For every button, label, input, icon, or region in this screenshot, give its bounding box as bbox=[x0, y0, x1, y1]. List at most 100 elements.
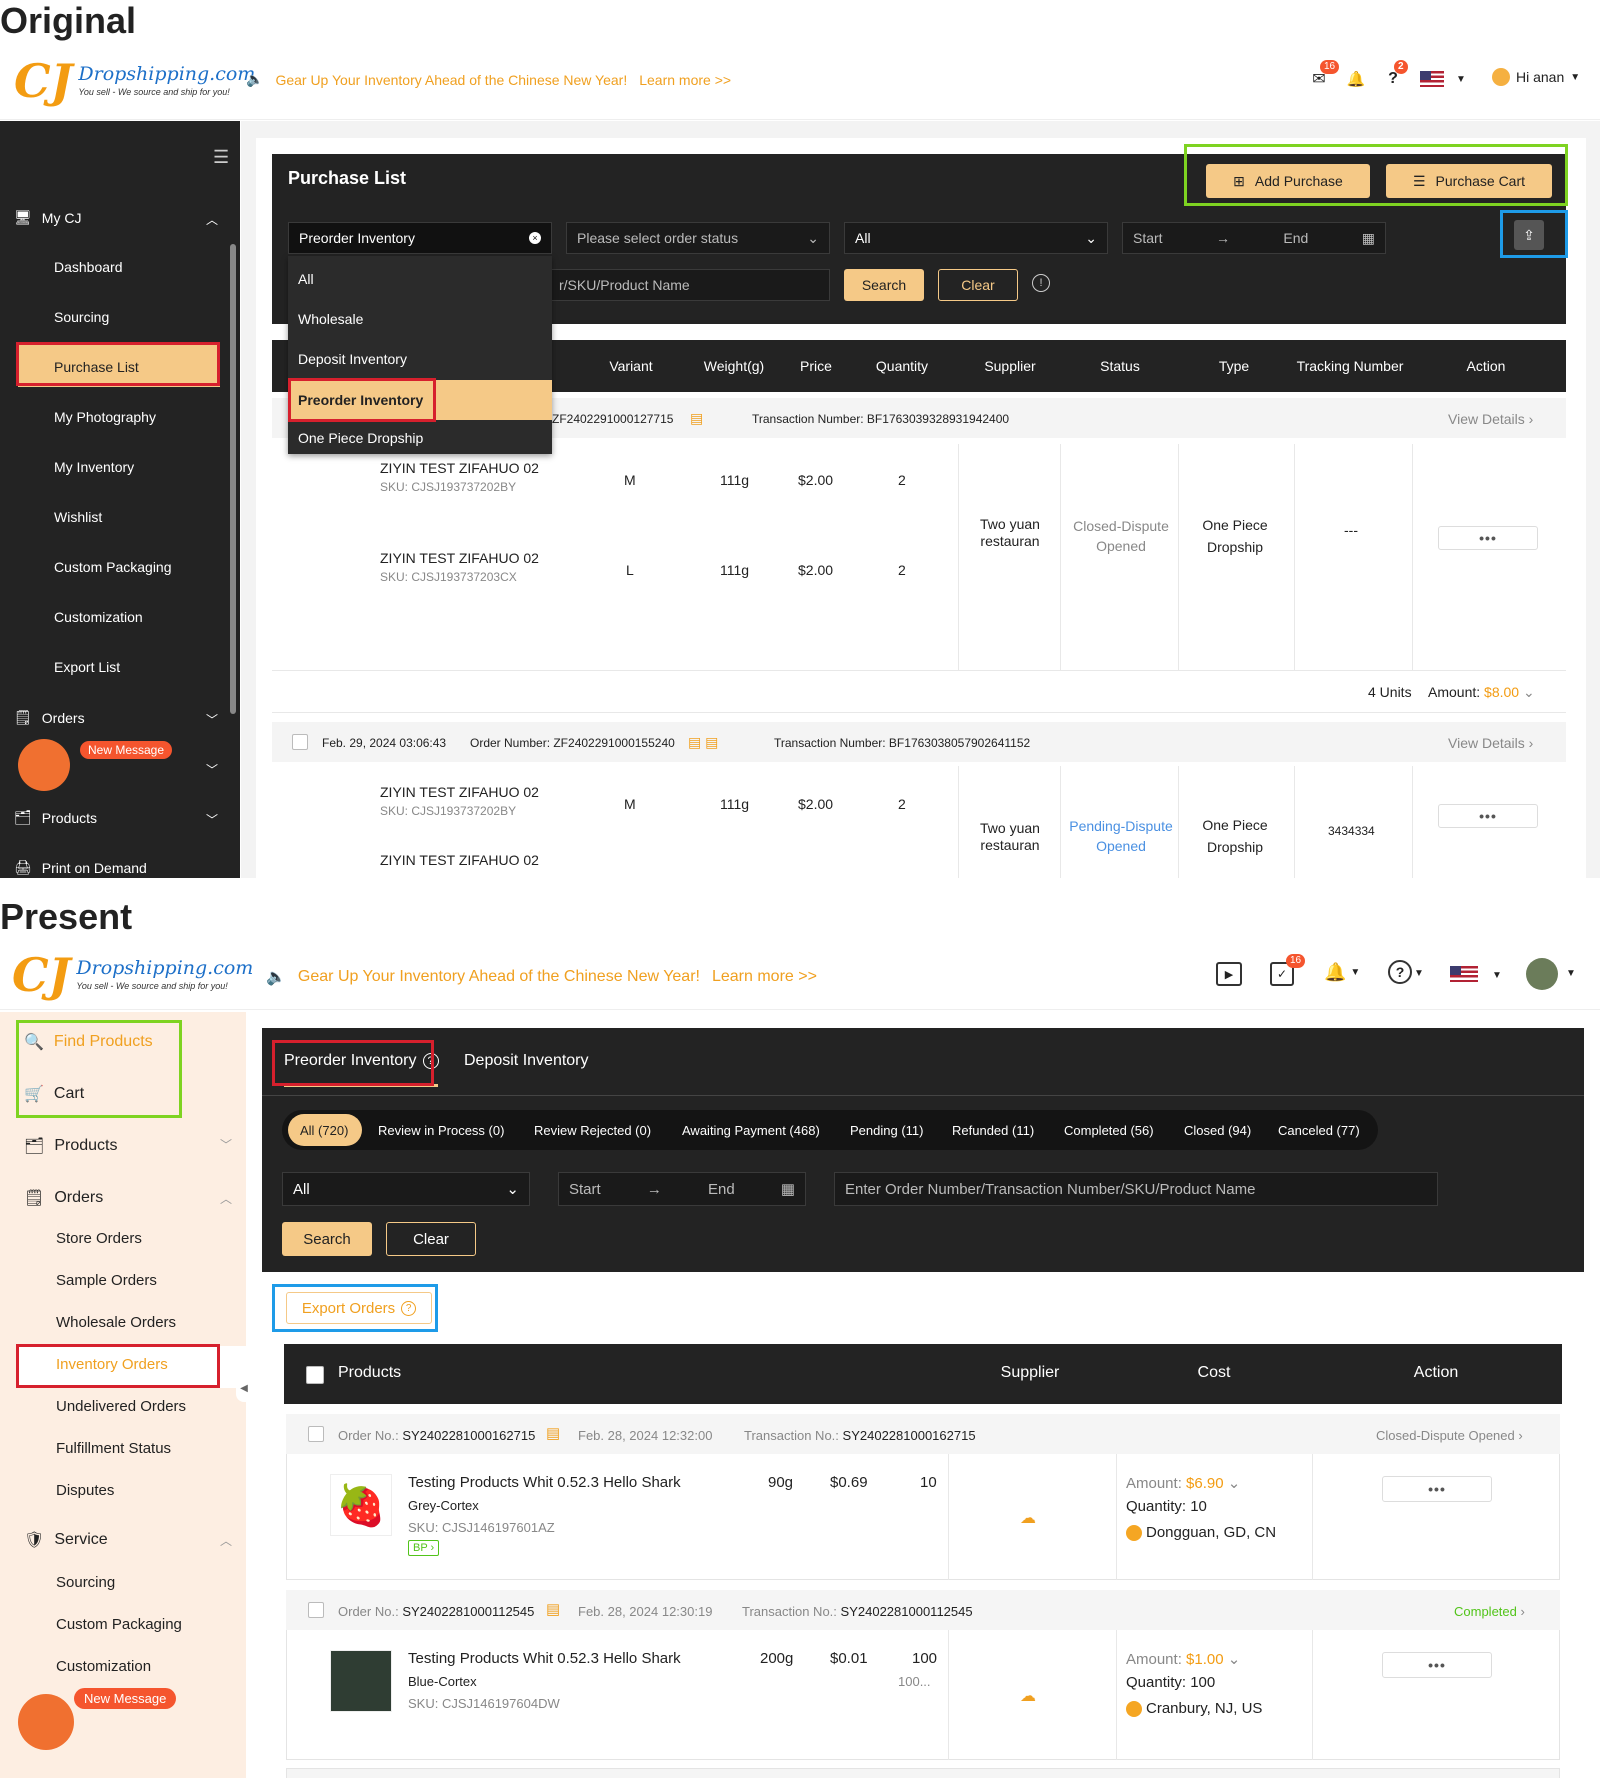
status-tab-refunded[interactable]: Refunded (11) bbox=[952, 1123, 1034, 1138]
order-date: Feb. 29, 2024 03:06:43 bbox=[322, 736, 447, 750]
order-checkbox[interactable] bbox=[292, 734, 308, 750]
bell-icon[interactable]: 🔔 ▼ bbox=[1324, 962, 1360, 983]
dropdown-option-deposit[interactable]: Deposit Inventory bbox=[288, 342, 552, 376]
new-message-badge[interactable]: New Message bbox=[74, 1688, 177, 1709]
sidebar-print-on-demand[interactable]: 🖨 Print on Demand bbox=[14, 859, 147, 876]
sidebar-item-store-orders[interactable]: Store Orders bbox=[56, 1230, 142, 1247]
sidebar-item-sample-orders[interactable]: Sample Orders bbox=[56, 1272, 157, 1289]
copy-icon[interactable]: ▤ bbox=[546, 1424, 560, 1442]
sidebar-item-custom-packaging[interactable]: Custom Packaging bbox=[56, 1616, 182, 1633]
sidebar-products[interactable]: 🗂 Products bbox=[14, 809, 97, 826]
robot-assistant-icon[interactable] bbox=[18, 739, 70, 791]
status-tab-all[interactable]: All (720) bbox=[300, 1123, 348, 1138]
status-tab-awaiting-payment[interactable]: Awaiting Payment (468) bbox=[682, 1123, 820, 1138]
tab-deposit-inventory[interactable]: Deposit Inventory bbox=[464, 1052, 589, 1070]
status-tab-canceled[interactable]: Canceled (77) bbox=[1278, 1123, 1360, 1138]
dropdown-option-wholesale[interactable]: Wholesale bbox=[288, 302, 552, 336]
status-tab-pending[interactable]: Pending (11) bbox=[850, 1123, 923, 1138]
more-actions-button[interactable]: ••• bbox=[1438, 526, 1538, 550]
learn-more-link[interactable]: Learn more >> bbox=[712, 968, 817, 986]
user-menu[interactable]: Hi anan ▼ bbox=[1492, 68, 1580, 86]
sidebar-item-my-inventory[interactable]: My Inventory bbox=[54, 459, 134, 475]
info-icon[interactable]: ! bbox=[1032, 274, 1050, 292]
avatar bbox=[1492, 68, 1510, 86]
more-actions-button[interactable]: ••• bbox=[1382, 1652, 1492, 1678]
date-range-picker[interactable]: Start → End ▦ bbox=[1122, 222, 1386, 254]
sidebar-orders[interactable]: 🗒 Orders bbox=[14, 709, 85, 726]
order-status[interactable]: Pending-Dispute Opened bbox=[1066, 816, 1176, 856]
sidebar-scrollbar[interactable] bbox=[230, 244, 236, 714]
status-tab-completed[interactable]: Completed (56) bbox=[1064, 1123, 1154, 1138]
sidebar-item-sourcing[interactable]: Sourcing bbox=[54, 309, 109, 325]
search-button[interactable]: Search bbox=[282, 1222, 372, 1256]
learn-more-link[interactable]: Learn more >> bbox=[639, 72, 731, 88]
sidebar-item-customization[interactable]: Customization bbox=[54, 609, 143, 625]
product-image-shark[interactable] bbox=[330, 1650, 392, 1712]
status-tab-review-in-process[interactable]: Review in Process (0) bbox=[378, 1123, 504, 1138]
category-select[interactable]: All ⌄ bbox=[282, 1172, 530, 1206]
date-range-picker[interactable]: Start → End ▦ bbox=[558, 1172, 806, 1206]
help-icon[interactable]: ? bbox=[1388, 960, 1412, 984]
type-select[interactable]: Preorder Inventory × bbox=[288, 222, 552, 254]
new-message-badge[interactable]: New Message bbox=[80, 741, 173, 759]
product-image-strawberry[interactable]: 🍓 bbox=[330, 1474, 392, 1536]
sidebar-item-fulfillment-status[interactable]: Fulfillment Status bbox=[56, 1440, 171, 1457]
copy-icon[interactable]: ▤ bbox=[690, 410, 703, 427]
collapse-sidebar-icon[interactable]: ◀ bbox=[236, 1374, 252, 1402]
product-name[interactable]: Testing Products Whit 0.52.3 Hello Shark bbox=[408, 1650, 681, 1667]
sidebar-item-wholesale-orders[interactable]: Wholesale Orders bbox=[56, 1314, 176, 1331]
search-input[interactable]: r/SKU/Product Name bbox=[548, 269, 830, 301]
sidebar-item-sourcing[interactable]: Sourcing bbox=[56, 1574, 115, 1591]
copy-icon[interactable]: ▤ ▤ bbox=[688, 734, 718, 751]
sidebar-service[interactable]: 🛡 Service bbox=[24, 1530, 108, 1550]
clear-button[interactable]: Clear bbox=[938, 269, 1018, 301]
sidebar-item-disputes[interactable]: Disputes bbox=[56, 1482, 114, 1499]
sidebar-item-dashboard[interactable]: Dashboard bbox=[54, 259, 123, 275]
bell-icon[interactable]: 🔔 bbox=[1346, 68, 1366, 90]
status-tab-closed[interactable]: Closed (94) bbox=[1184, 1123, 1251, 1138]
us-flag-icon[interactable]: ▼ bbox=[1450, 966, 1502, 984]
message-icon[interactable]: ✉ 16 bbox=[1308, 60, 1340, 90]
sidebar-item-custom-packaging[interactable]: Custom Packaging bbox=[54, 559, 172, 575]
dropdown-option-all[interactable]: All bbox=[288, 262, 552, 296]
original-logo[interactable]: CJ Dropshipping.com You sell - We source… bbox=[14, 58, 255, 104]
help-icon[interactable]: ? 2 bbox=[1382, 60, 1408, 90]
clear-button[interactable]: Clear bbox=[386, 1222, 476, 1256]
order-status-link[interactable]: Closed-Dispute Opened › bbox=[1376, 1428, 1523, 1443]
sidebar-item-undelivered-orders[interactable]: Undelivered Orders bbox=[56, 1398, 186, 1415]
copy-icon[interactable]: ▤ bbox=[546, 1600, 560, 1618]
menu-toggle-icon[interactable]: ☰ bbox=[213, 147, 229, 168]
dropdown-option-one-piece[interactable]: One Piece Dropship bbox=[288, 422, 552, 454]
sidebar-item-customization[interactable]: Customization bbox=[56, 1658, 151, 1675]
more-actions-button[interactable]: ••• bbox=[1382, 1476, 1492, 1502]
view-details-link[interactable]: View Details › bbox=[1448, 735, 1533, 751]
present-logo[interactable]: CJ Dropshipping.com You sell - We source… bbox=[12, 952, 253, 998]
supplier-chat-icon[interactable]: ☁ bbox=[1020, 1686, 1036, 1706]
sidebar-products[interactable]: 🗂 Products bbox=[24, 1136, 117, 1156]
supplier-chat-icon[interactable]: ☁ bbox=[1020, 1508, 1036, 1528]
product-name[interactable]: Testing Products Whit 0.52.3 Hello Shark bbox=[408, 1474, 681, 1491]
sidebar-item-wishlist[interactable]: Wishlist bbox=[54, 509, 102, 525]
order-checkbox[interactable] bbox=[308, 1602, 324, 1618]
view-details-link[interactable]: View Details › bbox=[1448, 411, 1533, 427]
order-checkbox[interactable] bbox=[308, 1426, 324, 1442]
category-select[interactable]: All ⌄ bbox=[844, 222, 1108, 254]
task-icon[interactable]: ✓ 16 bbox=[1270, 954, 1306, 986]
status-select[interactable]: Please select order status ⌄ bbox=[566, 222, 830, 254]
clear-select-icon[interactable]: × bbox=[529, 232, 541, 244]
video-icon[interactable]: ▶ bbox=[1216, 962, 1242, 986]
robot-assistant-icon[interactable] bbox=[18, 1694, 74, 1750]
search-button[interactable]: Search bbox=[844, 269, 924, 301]
avatar[interactable] bbox=[1526, 958, 1558, 990]
search-input[interactable]: Enter Order Number/Transaction Number/SK… bbox=[834, 1172, 1438, 1206]
sidebar-item-export-list[interactable]: Export List bbox=[54, 659, 120, 675]
bp-tag[interactable]: BP › bbox=[408, 1540, 440, 1556]
sidebar-orders[interactable]: 🗒 Orders bbox=[24, 1188, 103, 1208]
select-all-checkbox[interactable] bbox=[306, 1366, 324, 1384]
more-actions-button[interactable]: ••• bbox=[1438, 804, 1538, 828]
order-status-link[interactable]: Completed › bbox=[1454, 1604, 1525, 1619]
sidebar-my-cj[interactable]: 🖥 My CJ bbox=[14, 209, 81, 226]
status-tab-review-rejected[interactable]: Review Rejected (0) bbox=[534, 1123, 651, 1138]
us-flag-icon[interactable]: ▼ bbox=[1420, 71, 1466, 87]
sidebar-item-my-photography[interactable]: My Photography bbox=[54, 409, 156, 425]
